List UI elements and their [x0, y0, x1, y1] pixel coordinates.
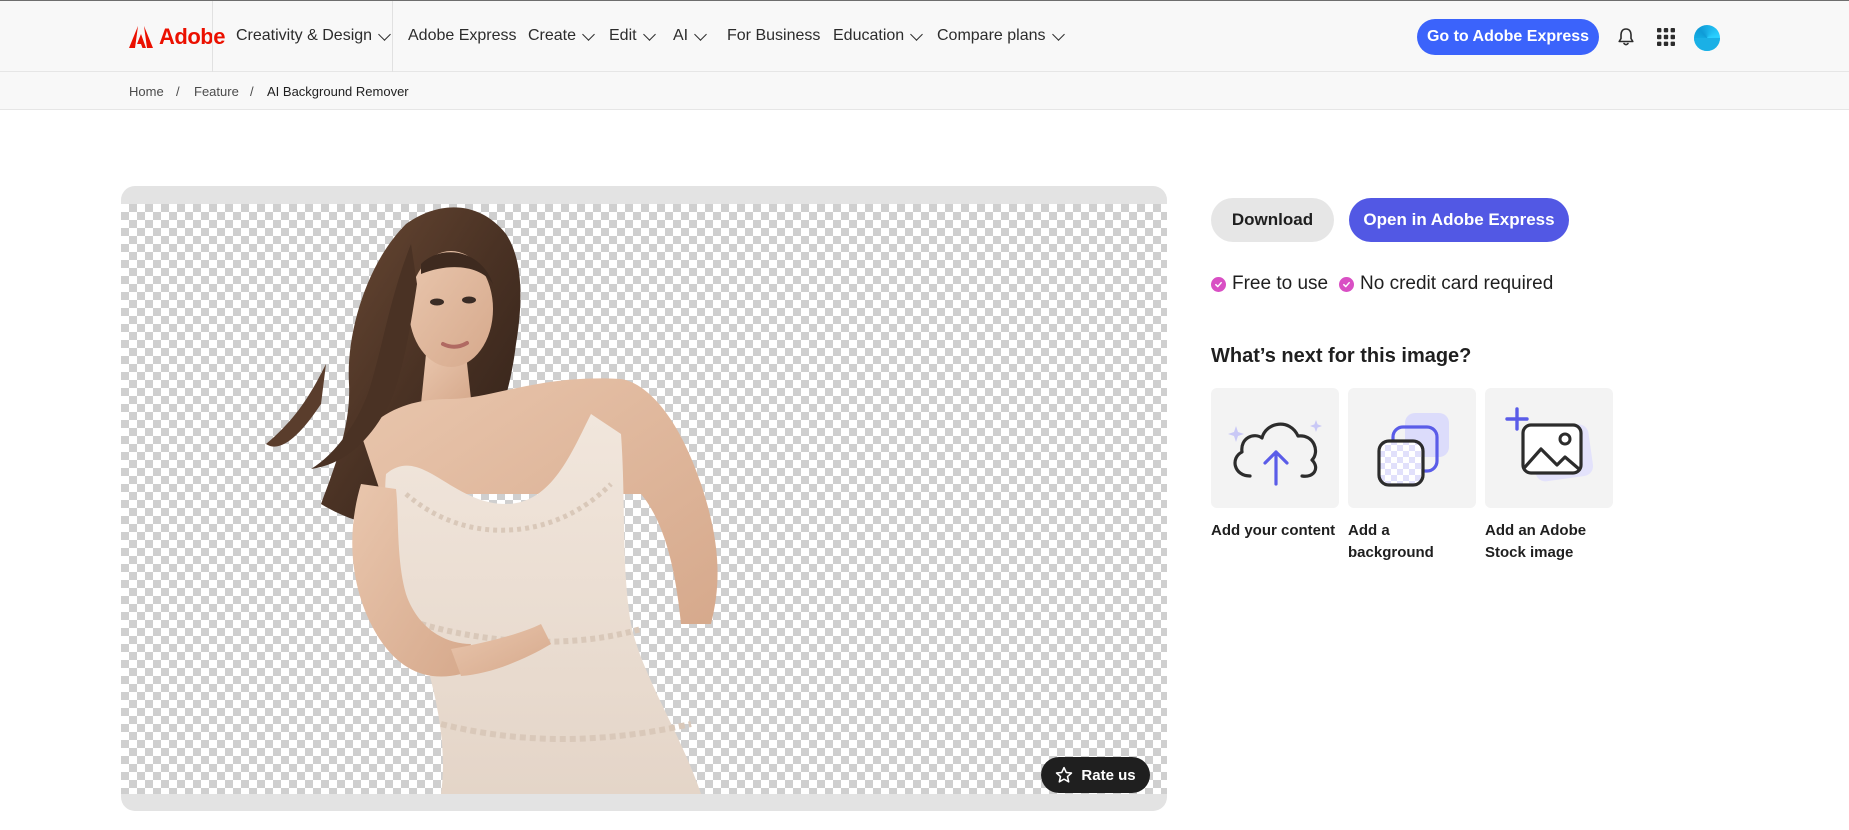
breadcrumb-separator: / [250, 84, 254, 99]
layers-background-icon [1377, 413, 1449, 487]
breadcrumb: Home / Feature / AI Background Remover [0, 72, 1849, 110]
nav-item-label: Edit [609, 27, 637, 44]
nav-item-adobe-express[interactable]: Adobe Express [408, 27, 517, 45]
nav-divider [212, 1, 213, 72]
breadcrumb-feature[interactable]: Feature [194, 84, 239, 99]
open-in-adobe-express-button[interactable]: Open in Adobe Express [1349, 198, 1569, 242]
brand-name: Adobe [159, 24, 225, 49]
nav-item-label: Creativity & Design [236, 27, 373, 44]
top-navigation: Adobe Creativity & Design Adobe Express … [0, 0, 1849, 72]
feature-label: Free to use [1232, 273, 1329, 294]
nav-item-label: Compare plans [937, 27, 1046, 44]
adobe-logo-icon [129, 26, 153, 48]
chevron-down-icon [910, 27, 924, 41]
feature-no-credit-card: No credit card required [1339, 273, 1553, 295]
nav-divider [392, 1, 393, 72]
whats-next-heading: What’s next for this image? [1211, 345, 1472, 367]
avatar[interactable] [1694, 25, 1720, 51]
adobe-logo[interactable]: Adobe [129, 23, 225, 51]
nav-item-label: AI [673, 27, 689, 44]
rate-us-button[interactable]: Rate us [1041, 757, 1150, 793]
chevron-down-icon [582, 27, 595, 41]
nav-item-creativity-design[interactable]: Creativity & Design [236, 27, 391, 45]
bell-icon [1618, 28, 1634, 46]
nav-item-for-business[interactable]: For Business [727, 27, 820, 45]
card-thumbnail [1348, 388, 1476, 508]
add-a-background-card[interactable]: Add a background [1348, 388, 1476, 564]
add-adobe-stock-image-card[interactable]: Add an Adobe Stock image [1485, 388, 1613, 564]
app-grid-icon [1657, 28, 1675, 46]
checkmark-icon [1211, 276, 1226, 292]
nav-item-create[interactable]: Create [528, 27, 595, 45]
transparent-canvas [121, 204, 1167, 794]
chevron-down-icon [378, 27, 391, 41]
checkmark-icon [1339, 276, 1354, 292]
breadcrumb-current: AI Background Remover [267, 84, 409, 99]
add-image-icon [1505, 407, 1594, 482]
feature-free-to-use: Free to use [1211, 273, 1328, 295]
download-button[interactable]: Download [1211, 198, 1334, 242]
star-icon [1056, 766, 1073, 783]
nav-item-education[interactable]: Education [833, 27, 924, 45]
nav-item-label: Adobe Express [408, 27, 517, 44]
cloud-upload-icon [1228, 420, 1322, 486]
image-preview-panel: Rate us [121, 186, 1167, 811]
card-label: Add a background [1348, 522, 1434, 561]
cutout-portrait-image [266, 207, 718, 794]
card-label: Add an Adobe Stock image [1485, 522, 1587, 561]
card-thumbnail [1485, 388, 1613, 508]
card-thumbnail [1211, 388, 1339, 508]
chevron-down-icon [1051, 27, 1065, 41]
card-label: Add your content [1211, 522, 1336, 539]
chevron-down-icon [642, 27, 656, 41]
breadcrumb-home[interactable]: Home [129, 84, 164, 99]
add-your-content-card[interactable]: Add your content [1211, 388, 1339, 542]
nav-item-edit[interactable]: Edit [609, 27, 656, 45]
nav-item-label: Create [528, 27, 577, 44]
nav-item-label: For Business [727, 27, 821, 44]
feature-label: No credit card required [1360, 273, 1554, 294]
nav-item-compare-plans[interactable]: Compare plans [937, 27, 1065, 45]
go-to-adobe-express-button[interactable]: Go to Adobe Express [1417, 19, 1599, 55]
nav-item-ai[interactable]: AI [673, 27, 707, 45]
chevron-down-icon [694, 27, 707, 41]
app-switcher-button[interactable] [1654, 25, 1678, 49]
breadcrumb-separator: / [176, 84, 180, 99]
notifications-button[interactable] [1614, 25, 1638, 49]
nav-item-label: Education [833, 27, 905, 44]
rate-us-label: Rate us [1081, 766, 1136, 784]
